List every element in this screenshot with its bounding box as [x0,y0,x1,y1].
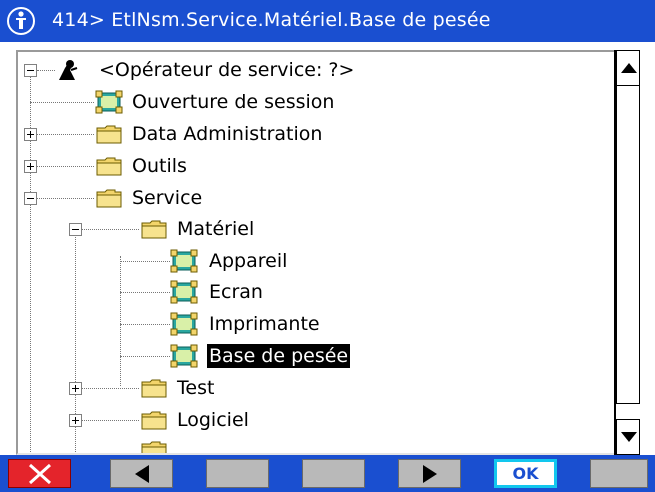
tree-node-ecran[interactable]: Ecran [18,278,378,308]
next-button[interactable] [398,459,461,488]
module-icon [170,280,198,304]
ok-button[interactable]: OK [494,459,557,488]
expand-icon[interactable] [69,382,82,395]
folder-icon [96,157,122,176]
softkey-blank-3[interactable] [590,459,648,488]
module-icon [170,344,198,368]
tree-node-outils[interactable]: Outils [18,152,378,182]
tree-node-label: Ouverture de session [132,91,335,113]
folder-icon [96,189,122,208]
tree-node-label: Appareil [209,250,288,272]
scroll-up-button[interactable] [616,50,640,86]
folder-icon [141,379,167,398]
tree-node-label: Matériel [177,218,255,240]
user-icon [55,58,83,82]
softkey-blank-1[interactable] [206,459,269,488]
tree-node-label: Logiciel [177,409,249,431]
tree-node-label: Test [177,377,215,399]
softkey-blank-2[interactable] [302,459,365,488]
scroll-down-button[interactable] [616,419,640,455]
folder-icon [141,220,167,239]
folder-icon [141,411,167,430]
collapse-icon[interactable] [24,192,37,205]
vertical-scrollbar[interactable] [614,50,640,455]
tree-node-materiel[interactable]: Matériel [18,215,378,245]
tree-node-test[interactable]: Test [18,374,378,404]
tree-view[interactable]: <Opérateur de service: ?> Ouverture de s… [16,50,614,455]
tree-node-appareil[interactable]: Appareil [18,247,378,277]
cancel-button[interactable] [8,459,71,488]
tree-node-imprimante[interactable]: Imprimante [18,310,378,340]
tree-node-label: <Opérateur de service: ?> [99,59,355,81]
tree-node-label: Service [132,187,203,209]
tree-node-label: Outils [132,155,187,177]
tree-node-logiciel[interactable]: Logiciel [18,406,378,436]
previous-button[interactable] [110,459,173,488]
softkey-bar: OK [0,455,655,492]
expand-icon[interactable] [24,160,37,173]
folder-icon [141,441,167,453]
title-bar: 414> EtlNsm.Service.Matériel.Base de pes… [0,0,655,42]
tree-node-label: Ecran [209,281,263,303]
folder-icon [96,125,122,144]
tree-node-login[interactable]: Ouverture de session [18,88,378,118]
arrow-up-icon [621,63,637,73]
cancel-x-icon [28,463,51,484]
tree-node-service[interactable]: Service [18,184,378,214]
module-icon [170,249,198,273]
module-icon [170,312,198,336]
info-person-icon [7,7,35,35]
collapse-icon[interactable] [24,64,37,77]
arrow-down-icon [621,432,637,442]
tree-node-label: Data Administration [132,123,323,145]
arrow-right-icon [422,464,437,483]
expand-icon[interactable] [24,128,37,141]
tree-node-operator[interactable]: <Opérateur de service: ?> [18,56,378,86]
window-title: 414> EtlNsm.Service.Matériel.Base de pes… [52,9,491,31]
arrow-left-icon [134,464,149,483]
expand-icon[interactable] [69,414,82,427]
module-icon [95,90,123,114]
tree-node-label: Imprimante [209,313,320,335]
tree-node-base-de-pesee[interactable]: Base de pesée [18,342,378,372]
scroll-thumb[interactable] [616,86,640,404]
tree-node-label: Base de pesée [205,343,352,369]
collapse-icon[interactable] [69,223,82,236]
tree-node-data-administration[interactable]: Data Administration [18,120,378,150]
